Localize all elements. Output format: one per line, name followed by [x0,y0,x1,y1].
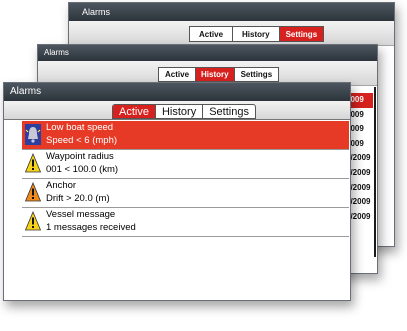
active-tab-group: Active History Settings [112,104,256,119]
alarm-row[interactable]: Low boat speed Speed < 6 (mph) [22,121,349,150]
alarm-detail: Drift > 20.0 (m) [46,193,110,204]
tab-active[interactable]: Active [190,27,234,41]
tab-active[interactable]: Active [159,68,197,81]
alarm-detail: 1 messages received [46,222,136,233]
active-window-title: Alarms [4,83,350,101]
tab-history[interactable]: History [233,27,280,41]
alarm-name: Vessel message [46,209,116,220]
tab-settings[interactable]: Settings [235,68,279,81]
settings-tab-bar: Active History Settings [69,21,394,46]
alarm-name: Low boat speed [46,122,114,133]
alarms-active-window: Alarms Active History Settings Low boat … [3,82,351,301]
tab-history[interactable]: History [196,68,235,81]
tab-settings[interactable]: Settings [203,105,255,118]
active-tab-bar: Active History Settings [4,101,350,120]
alarm-row[interactable]: Anchor Drift > 20.0 (m) [22,179,349,208]
tab-settings[interactable]: Settings [279,27,324,41]
settings-tab-group: Active History Settings [189,26,325,42]
alarm-row[interactable]: Waypoint radius 001 < 100.0 (km) [22,150,349,179]
alarm-row[interactable]: Vessel message 1 messages received [22,208,349,237]
history-tab-group: Active History Settings [158,67,280,82]
warning-triangle-yellow-icon [24,152,42,174]
tab-active[interactable]: Active [113,105,156,118]
alarm-name: Waypoint radius [46,151,114,162]
history-scrollbar[interactable] [374,87,376,257]
alarm-name: Anchor [46,180,77,191]
history-window-title: Alarms [38,45,377,61]
alarm-bell-icon [25,124,41,145]
alarm-detail: 001 < 100.0 (km) [46,164,119,175]
active-alarm-list: Low boat speed Speed < 6 (mph) Waypoint ra… [22,121,349,237]
settings-window-title: Alarms [69,3,394,21]
alarm-detail: Speed < 6 (mph) [46,135,118,146]
warning-triangle-yellow-icon [24,210,42,232]
warning-triangle-orange-icon [24,181,42,203]
tab-history[interactable]: History [156,105,204,118]
